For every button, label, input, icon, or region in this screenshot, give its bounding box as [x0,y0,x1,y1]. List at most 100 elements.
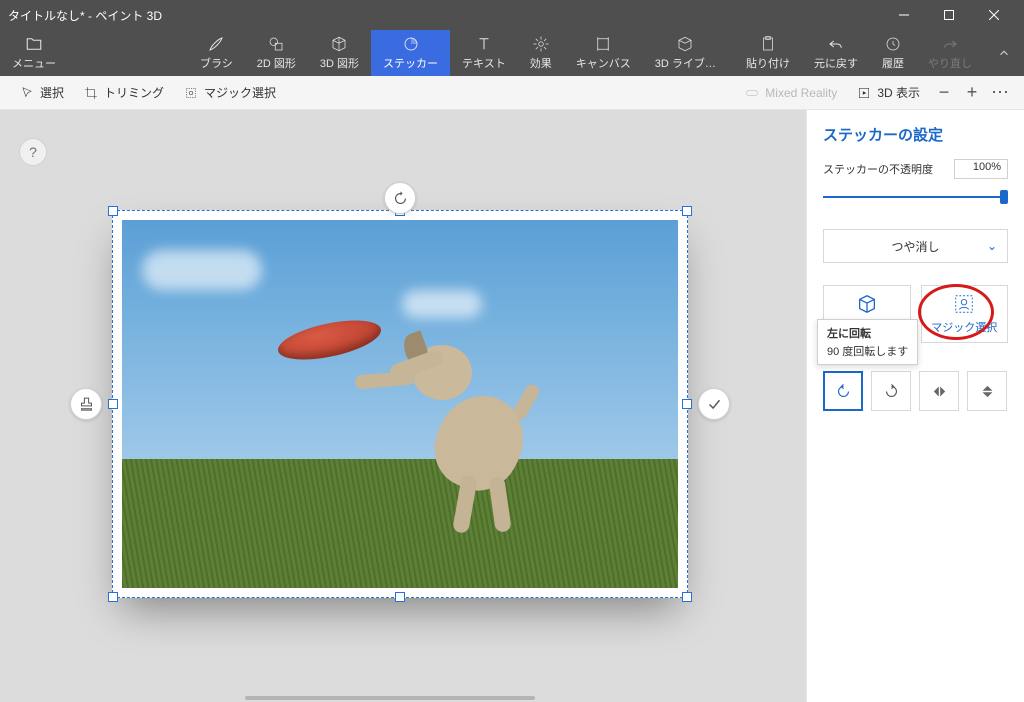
play-box-icon [857,86,871,100]
text-label: テキスト [462,55,506,71]
opacity-input[interactable]: 100% [954,159,1008,179]
redo-button[interactable]: やり直し [916,30,984,76]
menu-label: メニュー [12,55,56,71]
magic-select-tool-button[interactable]: マジック選択 [174,80,286,105]
shapes2d-icon [267,35,285,53]
zoom-out-button[interactable]: − [930,79,958,107]
more-button[interactable]: ⋯ [986,79,1014,107]
maximize-button[interactable] [926,0,971,30]
select-tool-button[interactable]: 選択 [10,80,74,105]
folder-icon [25,35,43,53]
mixed-reality-button[interactable]: Mixed Reality [735,82,847,104]
paste-icon [759,35,777,53]
opacity-slider[interactable] [823,187,1008,207]
shapes3d-button[interactable]: 3D 図形 [308,30,371,76]
library3d-button[interactable]: 3D ライブ… [643,30,728,76]
brush-icon [207,35,225,53]
undo-label: 元に戻す [814,55,858,71]
main-area: ? [0,110,1024,702]
cube-icon [330,35,348,53]
library3d-label: 3D ライブ… [655,55,716,71]
crop-label: トリミング [104,84,164,101]
magic-select-icon [184,86,198,100]
text-button[interactable]: テキスト [450,30,518,76]
paste-button[interactable]: 貼り付け [734,30,802,76]
ribbon: メニュー ブラシ 2D 図形 3D 図形 ステッカー テキスト 効果 キャンバス… [0,30,1024,76]
confirm-button[interactable] [698,388,730,420]
dropdown-value: つや消し [891,238,939,255]
redo-icon [941,35,959,53]
undo-button[interactable]: 元に戻す [802,30,870,76]
opacity-label: ステッカーの不透明度 [823,161,933,177]
shapes2d-button[interactable]: 2D 図形 [245,30,308,76]
tooltip-title: 左に回転 [827,325,908,341]
menu-button[interactable]: メニュー [0,30,68,76]
brush-label: ブラシ [200,55,233,71]
shapes3d-label: 3D 図形 [320,55,359,71]
select-label: 選択 [40,84,64,101]
flip-horizontal-button[interactable] [919,371,959,411]
history-label: 履歴 [882,55,904,71]
tooltip: 左に回転 90 度回転します [817,319,918,365]
help-button[interactable]: ? [19,138,47,166]
canvas-area[interactable]: ? [0,110,806,702]
flip-vertical-button[interactable] [967,371,1007,411]
panel-title: ステッカーの設定 [823,124,1008,145]
effects-button[interactable]: 効果 [518,30,564,76]
horizontal-scrollbar[interactable] [245,696,535,700]
magic-btn-label: マジック選択 [931,319,997,335]
resize-handle[interactable] [108,206,118,216]
history-button[interactable]: 履歴 [870,30,916,76]
side-panel: ステッカーの設定 ステッカーの不透明度 100% つや消し ⌄ 3D の作成 マ… [806,110,1024,702]
flip-v-icon [979,383,996,400]
resize-handle[interactable] [682,592,692,602]
rotate-right-button[interactable] [871,371,911,411]
window-controls [881,0,1016,30]
ribbon-collapse-button[interactable] [984,30,1024,76]
rotate-left-icon [835,383,852,400]
rotate-handle-button[interactable] [384,182,416,214]
effects-label: 効果 [530,55,552,71]
check-icon [706,396,723,413]
crop-tool-button[interactable]: トリミング [74,80,174,105]
canvas-label: キャンバス [576,55,631,71]
stamp-icon [78,396,95,413]
brush-button[interactable]: ブラシ [188,30,245,76]
material-dropdown[interactable]: つや消し ⌄ [823,229,1008,263]
rotate-right-icon [883,383,900,400]
rotate-left-button[interactable] [823,371,863,411]
subtoolbar: 選択 トリミング マジック選択 Mixed Reality 3D 表示 − + … [0,76,1024,110]
chevron-up-icon [997,46,1011,60]
close-button[interactable] [971,0,1016,30]
sticker-image[interactable] [112,210,688,598]
zoom-in-button[interactable]: + [958,79,986,107]
tooltip-body: 90 度回転します [827,343,908,359]
undo-icon [827,35,845,53]
flip-h-icon [931,383,948,400]
person-select-icon [953,293,975,315]
resize-handle[interactable] [682,206,692,216]
resize-handle[interactable] [395,592,405,602]
magic-select-button[interactable]: マジック選択 [921,285,1009,343]
sticker-button[interactable]: ステッカー [371,30,450,76]
redo-label: やり直し [928,55,972,71]
effects-icon [532,35,550,53]
vr-icon [745,86,759,100]
cube-icon [856,293,878,315]
canvas-icon [594,35,612,53]
stamp-button[interactable] [70,388,102,420]
crop-icon [84,86,98,100]
sticker-label: ステッカー [383,55,438,71]
mixed-label: Mixed Reality [765,86,837,100]
resize-handle[interactable] [108,399,118,409]
view3d-label: 3D 表示 [877,84,920,101]
history-icon [884,35,902,53]
minimize-button[interactable] [881,0,926,30]
image-content [122,220,678,588]
sticker-icon [402,35,420,53]
canvas-button[interactable]: キャンバス [564,30,643,76]
paste-label: 貼り付け [746,55,790,71]
view3d-button[interactable]: 3D 表示 [847,80,930,105]
resize-handle[interactable] [682,399,692,409]
resize-handle[interactable] [108,592,118,602]
